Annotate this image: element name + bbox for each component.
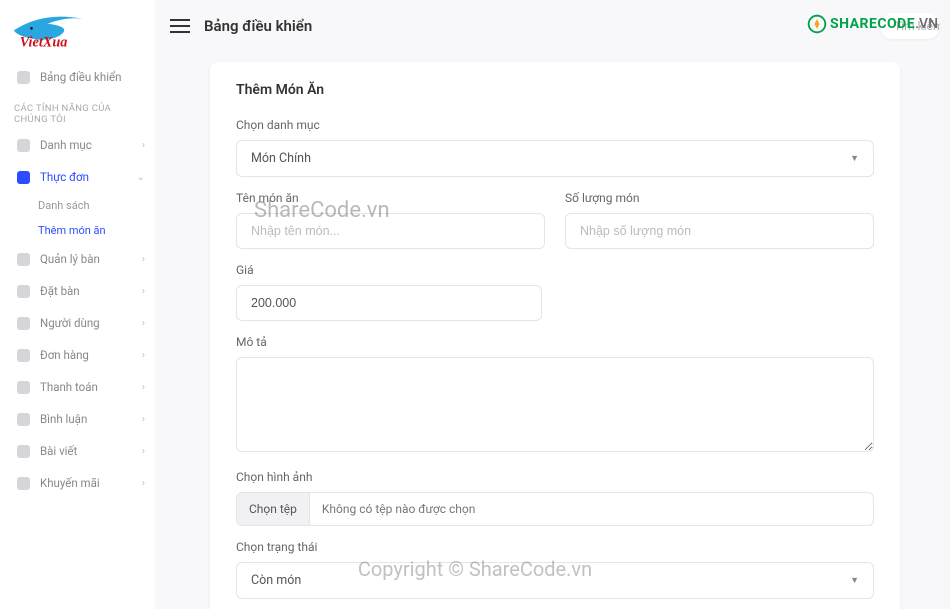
nav-thanhtoan[interactable]: Thanh toán › <box>0 371 155 403</box>
nav-sub-danhsach[interactable]: Danh sách <box>0 193 155 218</box>
chevron-down-icon: ⌄ <box>137 172 145 183</box>
nav-datban-label: Đặt bàn <box>40 284 80 298</box>
wallet-icon <box>17 381 30 394</box>
file-choose-button[interactable]: Chọn tệp <box>237 493 310 525</box>
label-hinh-anh: Chọn hình ảnh <box>236 470 874 484</box>
nav-nguoidung[interactable]: Người dùng › <box>0 307 155 339</box>
menu-icon <box>17 171 30 184</box>
select-danh-muc-value: Món Chính <box>251 151 311 166</box>
chevron-right-icon: › <box>142 286 145 297</box>
select-trang-thai[interactable]: Còn món ▼ <box>236 562 874 599</box>
nav-datban[interactable]: Đặt bàn › <box>0 275 155 307</box>
chevron-right-icon: › <box>142 478 145 489</box>
input-gia[interactable] <box>236 285 542 321</box>
label-gia: Giá <box>236 263 542 277</box>
topbar: Bảng điều khiển Tìm kiếm... <box>160 0 950 52</box>
chevron-right-icon: › <box>142 382 145 393</box>
content: Thêm Món Ăn Chọn danh mục Món Chính ▼ Tên… <box>160 52 950 609</box>
nav-nguoidung-label: Người dùng <box>40 316 100 330</box>
nav-dashboard-label: Bảng điều khiển <box>40 70 121 84</box>
caret-down-icon: ▼ <box>850 575 859 586</box>
nav-khuyenmai-label: Khuyến mãi <box>40 476 100 490</box>
nav-danhmuc-label: Danh mục <box>40 138 92 152</box>
chevron-right-icon: › <box>142 446 145 457</box>
tag-icon <box>17 477 30 490</box>
nav-section-header: CÁC TÍNH NĂNG CỦA CHÚNG TÔI <box>0 93 155 129</box>
nav-sub-themmonan[interactable]: Thêm món ăn <box>0 218 155 243</box>
nav-dashboard[interactable]: Bảng điều khiển <box>0 61 155 93</box>
logo[interactable]: VietXua <box>0 8 155 61</box>
nav-thanhtoan-label: Thanh toán <box>40 380 98 394</box>
label-so-luong: Số lượng món <box>565 191 874 205</box>
textarea-mota[interactable] <box>236 357 874 452</box>
menu-toggle-icon[interactable] <box>170 19 190 33</box>
label-mota: Mô tả <box>236 335 874 349</box>
file-status-text: Không có tệp nào được chọn <box>310 493 873 525</box>
label-trang-thai: Chọn trạng thái <box>236 540 874 554</box>
cart-icon <box>17 349 30 362</box>
nav-donhang-label: Đơn hàng <box>40 348 89 362</box>
chevron-right-icon: › <box>142 318 145 329</box>
nav-quanlyban-label: Quản lý bàn <box>40 252 100 266</box>
nav-quanlyban[interactable]: Quản lý bàn › <box>0 243 155 275</box>
label-chon-danh-muc: Chọn danh mục <box>236 118 874 132</box>
nav-danhmuc[interactable]: Danh mục › <box>0 129 155 161</box>
chevron-right-icon: › <box>142 254 145 265</box>
nav-thucdon[interactable]: Thực đơn ⌄ <box>0 161 155 193</box>
form-card: Thêm Món Ăn Chọn danh mục Món Chính ▼ Tên… <box>210 62 900 609</box>
document-icon <box>17 445 30 458</box>
table-icon <box>17 253 30 266</box>
calendar-icon <box>17 285 30 298</box>
search-input[interactable]: Tìm kiếm... <box>880 13 940 39</box>
label-ten-mon-an: Tên món ăn <box>236 191 545 205</box>
chevron-right-icon: › <box>142 140 145 151</box>
file-input[interactable]: Chọn tệp Không có tệp nào được chọn <box>236 492 874 526</box>
nav-donhang[interactable]: Đơn hàng › <box>0 339 155 371</box>
nav-baiviet-label: Bài viết <box>40 444 77 458</box>
input-so-luong[interactable] <box>565 213 874 249</box>
nav-binhluan-label: Bình luận <box>40 412 87 426</box>
users-icon <box>17 317 30 330</box>
page-title: Bảng điều khiển <box>204 17 312 35</box>
select-danh-muc[interactable]: Món Chính ▼ <box>236 140 874 177</box>
sidebar: VietXua Bảng điều khiển CÁC TÍNH NĂNG CỦ… <box>0 0 155 609</box>
caret-down-icon: ▼ <box>850 153 859 164</box>
nav-binhluan[interactable]: Bình luận › <box>0 403 155 435</box>
card-title: Thêm Món Ăn <box>236 82 874 98</box>
chevron-right-icon: › <box>142 350 145 361</box>
chat-icon <box>17 413 30 426</box>
select-trang-thai-value: Còn món <box>251 573 301 588</box>
nav-thucdon-label: Thực đơn <box>40 170 89 184</box>
chevron-right-icon: › <box>142 414 145 425</box>
input-ten-mon-an[interactable] <box>236 213 545 249</box>
svg-text:VietXua: VietXua <box>20 34 68 49</box>
nav-khuyenmai[interactable]: Khuyến mãi › <box>0 467 155 499</box>
nav-baiviet[interactable]: Bài viết › <box>0 435 155 467</box>
home-icon <box>17 71 30 84</box>
grid-icon <box>17 139 30 152</box>
